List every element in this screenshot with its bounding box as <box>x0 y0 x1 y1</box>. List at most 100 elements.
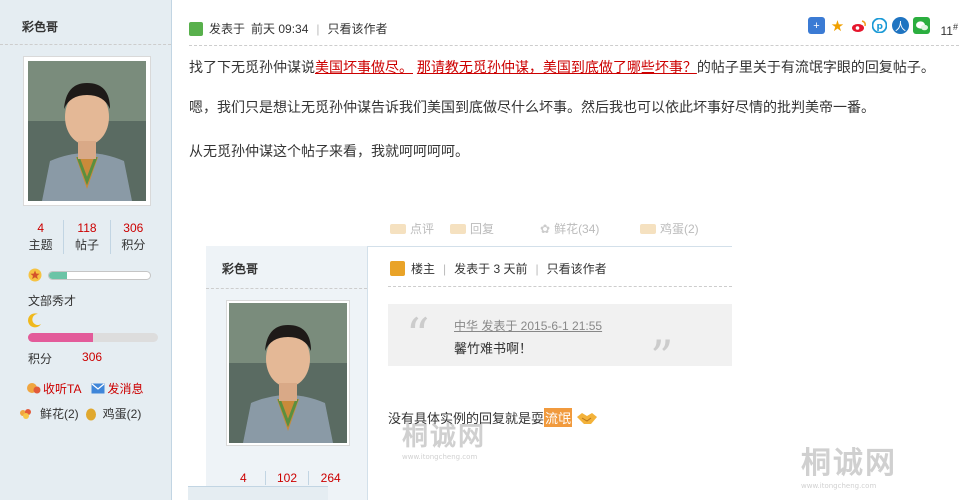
stat-label: 主题 <box>28 238 53 252</box>
thread-link-2[interactable]: 那请教无觅孙仲谋，美国到底做了哪些坏事？ <box>417 59 697 75</box>
credit-value: 306 <box>82 350 103 364</box>
egg-icon <box>85 408 96 420</box>
reply-icon <box>450 223 466 234</box>
faint-label: 回复 <box>470 222 495 236</box>
faint-toolbar-reply: 回复 <box>450 220 494 237</box>
rank-star-icon <box>28 268 42 282</box>
author-stats: 4 主题 118 帖子 306 积分 <box>18 220 156 254</box>
embedded-posted-time: 发表于 3 天前 <box>454 262 528 276</box>
stat-label: 帖子 <box>74 238 99 252</box>
online-status-icon <box>189 21 203 36</box>
message-label: 发消息 <box>107 382 144 396</box>
share-bar: + ★ p 人 <box>808 17 930 35</box>
floor-number[interactable]: 11# <box>941 22 958 38</box>
para1-suffix: 的帖子里关于有流氓字眼的回复帖子。 <box>696 59 935 75</box>
faint-label: 鸡蛋(2) <box>660 222 699 236</box>
watermark-sub: www.itongcheng.com <box>402 453 478 461</box>
watermark-text: 桐诚网 <box>402 422 487 452</box>
follow-link[interactable]: 收听TA <box>26 380 81 397</box>
divider <box>189 45 959 46</box>
comment-icon <box>390 223 406 234</box>
floor-num: 11 <box>940 24 953 38</box>
wechat-icon[interactable] <box>913 17 930 34</box>
post-paragraph-2: 嗯，我们只是想让无觅孙仲谋告诉我们美国到底做尽什么坏事。然后我也可以依此坏事好尽… <box>189 99 875 115</box>
follow-label: 收听TA <box>43 382 82 396</box>
quote-text: 馨竹难书啊！ <box>454 341 533 356</box>
rank-row <box>28 268 151 282</box>
avatar[interactable] <box>23 56 151 206</box>
post-paragraph-3: 从无觅孙仲谋这个帖子来看，我就呵呵呵呵。 <box>189 143 469 159</box>
stat-value: 102 <box>266 471 310 485</box>
next-post-sidebar-edge <box>188 486 328 500</box>
gifts-row: 鲜花(2) 鸡蛋(2) <box>18 405 141 422</box>
author-sidebar: 彩色哥 4 主题 118 帖子 306 积分 文部秀才 积分 306 收听TA … <box>0 0 172 500</box>
open-quote-icon: “ <box>406 308 430 362</box>
view-author-link[interactable]: 只看该作者 <box>328 20 388 37</box>
stat-label: 积分 <box>121 238 146 252</box>
rank-name: 文部秀才 <box>28 294 77 308</box>
weibo-icon[interactable] <box>850 17 867 34</box>
faint-toolbar-flowers: ✿ 鲜花(34) <box>540 220 599 237</box>
pipe-separator: | <box>535 261 539 276</box>
renren-icon[interactable]: 人 <box>892 17 909 34</box>
op-icon <box>390 261 405 276</box>
divider <box>0 44 171 45</box>
divider <box>206 288 367 289</box>
stat-value: 4 <box>37 221 44 235</box>
post-paragraph-1: 找了下无觅孙仲谋说美国坏事做尽。 那请教无觅孙仲谋，美国到底做了哪些坏事？的帖子… <box>189 56 935 78</box>
close-quote-icon: ” <box>650 330 674 384</box>
posted-time: 前天 09:34 <box>251 22 309 36</box>
embedded-author-name: 彩色哥 <box>222 262 259 276</box>
stat-credits[interactable]: 306 积分 <box>111 220 156 254</box>
highlighted-word: 流氓 <box>544 408 573 427</box>
posted-label: 发表于 <box>209 22 246 36</box>
egg-icon <box>640 223 656 234</box>
embedded-watermark: 桐诚网 www.itongcheng.com <box>402 416 486 461</box>
embedded-author-sidebar: 彩色哥 4 102 264 <box>206 246 368 500</box>
faint-toolbar-eggs: 鸡蛋(2) <box>640 220 699 237</box>
pipe-separator: | <box>316 21 320 36</box>
pipe-separator: | <box>443 261 447 276</box>
stat-posts[interactable]: 118 帖子 <box>64 220 111 254</box>
message-link[interactable]: 发消息 <box>91 380 143 397</box>
stat-value: 118 <box>77 221 97 235</box>
faint-toolbar-comment: 点评 <box>390 220 434 237</box>
credit-progress-bar <box>28 333 158 342</box>
stat-topics[interactable]: 4 主题 <box>18 220 65 254</box>
stat-value: 4 <box>222 471 266 485</box>
quote-header: 中华 发表于 2015-6-1 21:55 <box>454 319 603 333</box>
svg-text:p: p <box>877 22 884 32</box>
author-name[interactable]: 彩色哥 <box>22 18 58 35</box>
embedded-screenshot: 点评 回复 ✿ 鲜花(34) 鸡蛋(2) 彩色哥 4 102 264 楼主 | … <box>206 212 732 500</box>
follow-icon <box>27 383 41 394</box>
avatar-image <box>28 61 146 201</box>
watermark-text: 桐诚网 <box>801 446 897 481</box>
stat-value: 306 <box>123 221 144 235</box>
credit-row: 积分 306 <box>28 350 102 367</box>
watermark-sub: www.itongcheng.com <box>801 482 877 490</box>
stat-value: 264 <box>320 471 341 485</box>
post-meta: 发表于 前天 09:34 | 只看该作者 <box>189 20 388 37</box>
flowers-count[interactable]: 鲜花(2) <box>40 405 79 422</box>
flower-icon <box>20 408 31 419</box>
site-watermark: 桐诚网 www.itongcheng.com <box>801 438 897 490</box>
embedded-view-author: 只看该作者 <box>546 262 607 276</box>
embedded-author-stats: 4 102 264 <box>222 471 352 485</box>
divider <box>388 286 732 287</box>
para1-prefix: 找了下无觅孙仲谋说 <box>189 59 315 75</box>
faint-label: 鲜花(34) <box>554 222 600 236</box>
eggs-count[interactable]: 鸡蛋(2) <box>103 405 142 422</box>
faint-label: 点评 <box>410 222 435 236</box>
plus-share-icon[interactable]: + <box>808 17 825 34</box>
thread-link-1[interactable]: 美国坏事做尽。 <box>315 59 413 75</box>
moon-icon <box>28 313 41 328</box>
credit-label: 积分 <box>28 352 53 366</box>
favorite-star-icon[interactable]: ★ <box>829 17 846 35</box>
floor-sup: # <box>952 22 958 32</box>
embedded-avatar <box>226 300 350 446</box>
tencent-weibo-icon[interactable]: p <box>871 17 888 34</box>
handshake-icon <box>577 412 598 424</box>
embedded-post-meta: 楼主 | 发表于 3 天前 | 只看该作者 <box>390 260 607 277</box>
quote-block: “ ” 中华 发表于 2015-6-1 21:55 馨竹难书啊！ <box>388 304 732 380</box>
mail-icon <box>91 383 105 394</box>
